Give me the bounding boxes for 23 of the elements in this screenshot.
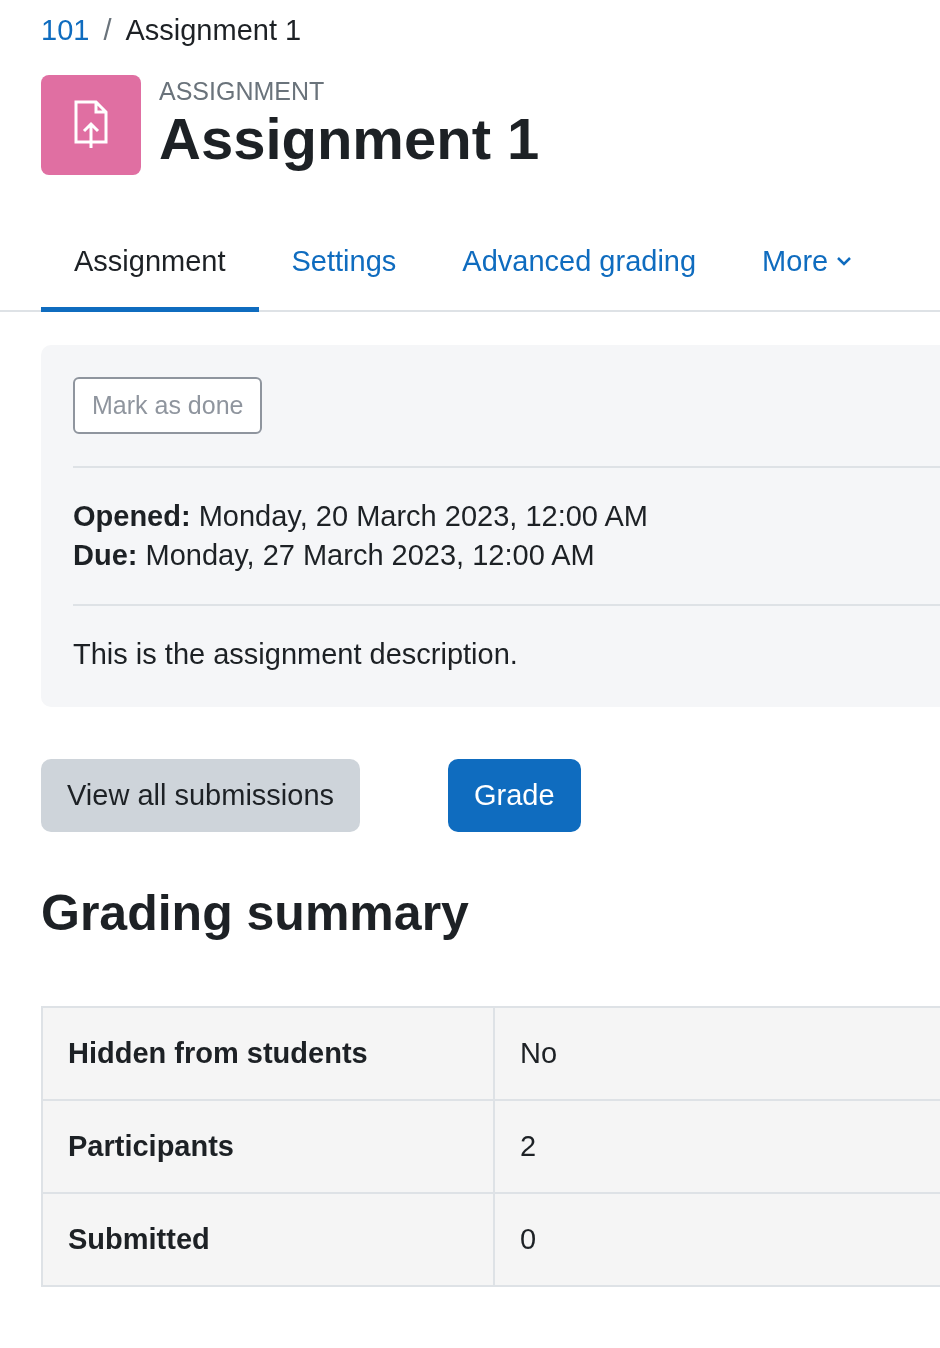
table-cell: No <box>494 1007 940 1100</box>
activity-type-label: ASSIGNMENT <box>159 77 326 107</box>
nav-tab[interactable]: Assignment <box>41 215 259 312</box>
file-upload-icon <box>74 100 108 150</box>
grade-button[interactable]: Grade <box>448 759 581 832</box>
section-heading: Grading summary <box>41 884 470 942</box>
nav-tab[interactable]: Advanced grading <box>429 215 730 312</box>
table-cell: 2 <box>494 1100 940 1193</box>
nav-tab[interactable]: Settings <box>258 215 430 312</box>
mark-as-done-button[interactable]: Mark as done <box>73 377 263 434</box>
date-line: Due: Monday, 27 March 2023, 12:00 AM <box>73 539 596 572</box>
page-title: Assignment 1 <box>159 106 540 173</box>
breadcrumb-link[interactable]: 101 <box>41 13 90 47</box>
breadcrumb-separator: / <box>103 13 112 47</box>
table-cell: Submitted <box>42 1193 494 1286</box>
view-submissions-button[interactable]: View all submissions <box>41 759 361 832</box>
nav-tab[interactable]: More <box>729 215 886 312</box>
table-cell: Participants <box>42 1100 494 1193</box>
date-line: Opened: Monday, 20 March 2023, 12:00 AM <box>73 500 649 533</box>
breadcrumb-current: Assignment 1 <box>125 13 302 47</box>
table-cell: Hidden from students <box>42 1007 494 1100</box>
table-cell: 0 <box>494 1193 940 1286</box>
assignment-description: This is the assignment description. <box>73 638 519 671</box>
